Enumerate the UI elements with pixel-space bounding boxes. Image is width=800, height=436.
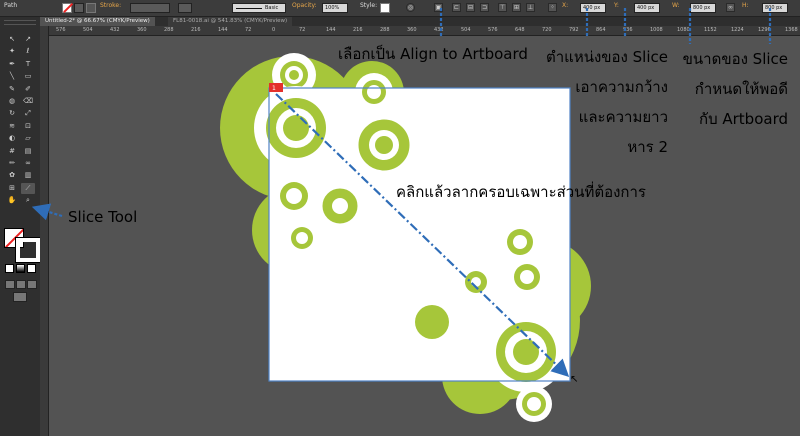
callout-lines xyxy=(439,8,772,44)
annotation-slice-size-2: กำหนดให้พอดี xyxy=(694,80,788,98)
annotation-slice-position-1: ตำแหน่งของ Slice xyxy=(546,48,668,66)
annotation-slice-size-1: ขนาดของ Slice xyxy=(682,50,788,68)
annotation-slice-position-3: และความยาว xyxy=(578,108,668,126)
slice-tool-callout xyxy=(31,203,63,221)
annotation-slice-tool: Slice Tool xyxy=(68,208,138,226)
slice-badge-number: 1 xyxy=(272,85,276,92)
annotation-slice-position-4: หาร 2 xyxy=(627,138,668,156)
cursor-icon: ↖ xyxy=(570,374,578,385)
annotation-align-artboard: เลือกเป็น Align to Artboard xyxy=(338,45,528,63)
annotation-slice-position-2: เอาความกว้าง xyxy=(575,78,668,96)
annotation-drag-instruction: คลิกแล้วลากครอบเฉพาะส่วนที่ต้องการ xyxy=(396,183,646,201)
annotation-slice-size-3: กับ Artboard xyxy=(699,110,788,128)
